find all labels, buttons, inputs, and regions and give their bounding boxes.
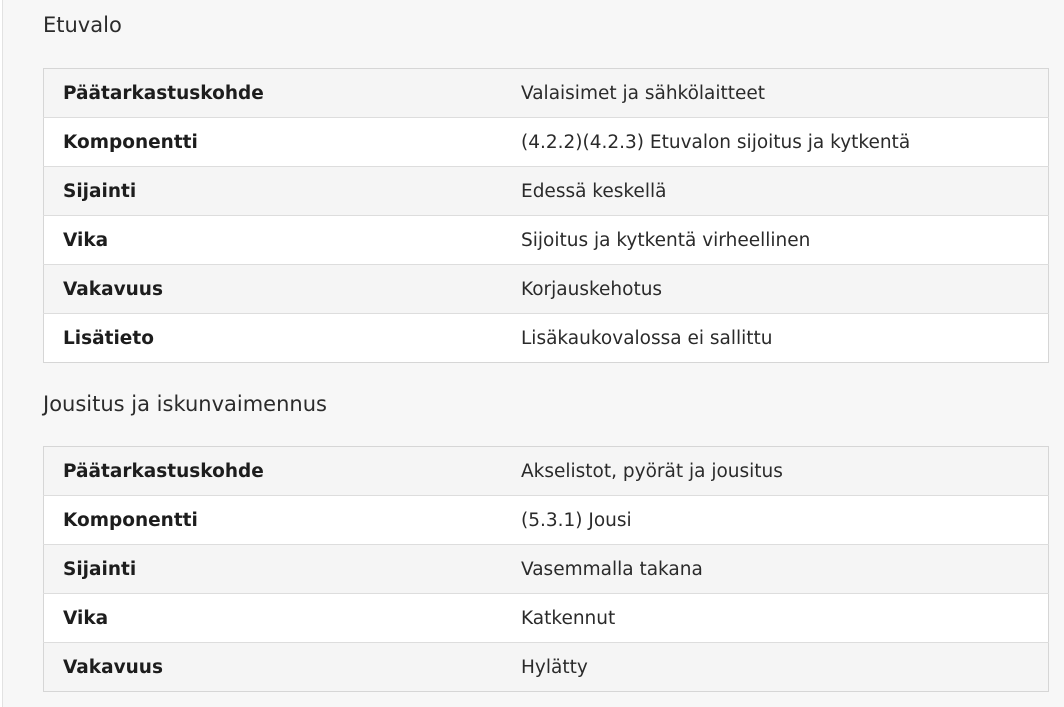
table-row: Vika Sijoitus ja kytkentä virheellinen <box>43 215 1049 265</box>
row-value: (4.2.2)(4.2.3) Etuvalon sijoitus ja kytk… <box>502 117 1049 167</box>
table-row: Vika Katkennut <box>43 593 1049 643</box>
row-label: Päätarkastuskohde <box>43 446 502 496</box>
row-value: Vasemmalla takana <box>502 544 1049 594</box>
row-value: Korjauskehotus <box>502 264 1049 314</box>
row-value: Akselistot, pyörät ja jousitus <box>502 446 1049 496</box>
row-label: Sijainti <box>43 544 502 594</box>
row-label: Vakavuus <box>43 642 502 692</box>
row-value: Katkennut <box>502 593 1049 643</box>
row-value: Valaisimet ja sähkölaitteet <box>502 68 1049 118</box>
defect-table-etuvalo: Päätarkastuskohde Valaisimet ja sähkölai… <box>43 68 1049 363</box>
row-label: Vakavuus <box>43 264 502 314</box>
row-label: Vika <box>43 215 502 265</box>
row-label: Sijainti <box>43 166 502 216</box>
content-panel: Etuvalo Päätarkastuskohde Valaisimet ja … <box>2 0 1064 707</box>
row-label: Komponentti <box>43 117 502 167</box>
row-value: (5.3.1) Jousi <box>502 495 1049 545</box>
table-row: Komponentti (5.3.1) Jousi <box>43 495 1049 545</box>
row-value: Edessä keskellä <box>502 166 1049 216</box>
row-label: Päätarkastuskohde <box>43 68 502 118</box>
section-title-jousitus: Jousitus ja iskunvaimennus <box>43 392 327 416</box>
table-row: Lisätieto Lisäkaukovalossa ei sallittu <box>43 313 1049 363</box>
row-label: Vika <box>43 593 502 643</box>
row-value: Sijoitus ja kytkentä virheellinen <box>502 215 1049 265</box>
table-row: Päätarkastuskohde Valaisimet ja sähkölai… <box>43 68 1049 118</box>
row-label: Lisätieto <box>43 313 502 363</box>
row-value: Lisäkaukovalossa ei sallittu <box>502 313 1049 363</box>
table-row: Vakavuus Korjauskehotus <box>43 264 1049 314</box>
table-row: Komponentti (4.2.2)(4.2.3) Etuvalon sijo… <box>43 117 1049 167</box>
table-row: Sijainti Edessä keskellä <box>43 166 1049 216</box>
table-row: Päätarkastuskohde Akselistot, pyörät ja … <box>43 446 1049 496</box>
section-title-etuvalo: Etuvalo <box>43 13 122 37</box>
table-row: Vakavuus Hylätty <box>43 642 1049 692</box>
table-row: Sijainti Vasemmalla takana <box>43 544 1049 594</box>
row-value: Hylätty <box>502 642 1049 692</box>
row-label: Komponentti <box>43 495 502 545</box>
defect-table-jousitus: Päätarkastuskohde Akselistot, pyörät ja … <box>43 446 1049 692</box>
